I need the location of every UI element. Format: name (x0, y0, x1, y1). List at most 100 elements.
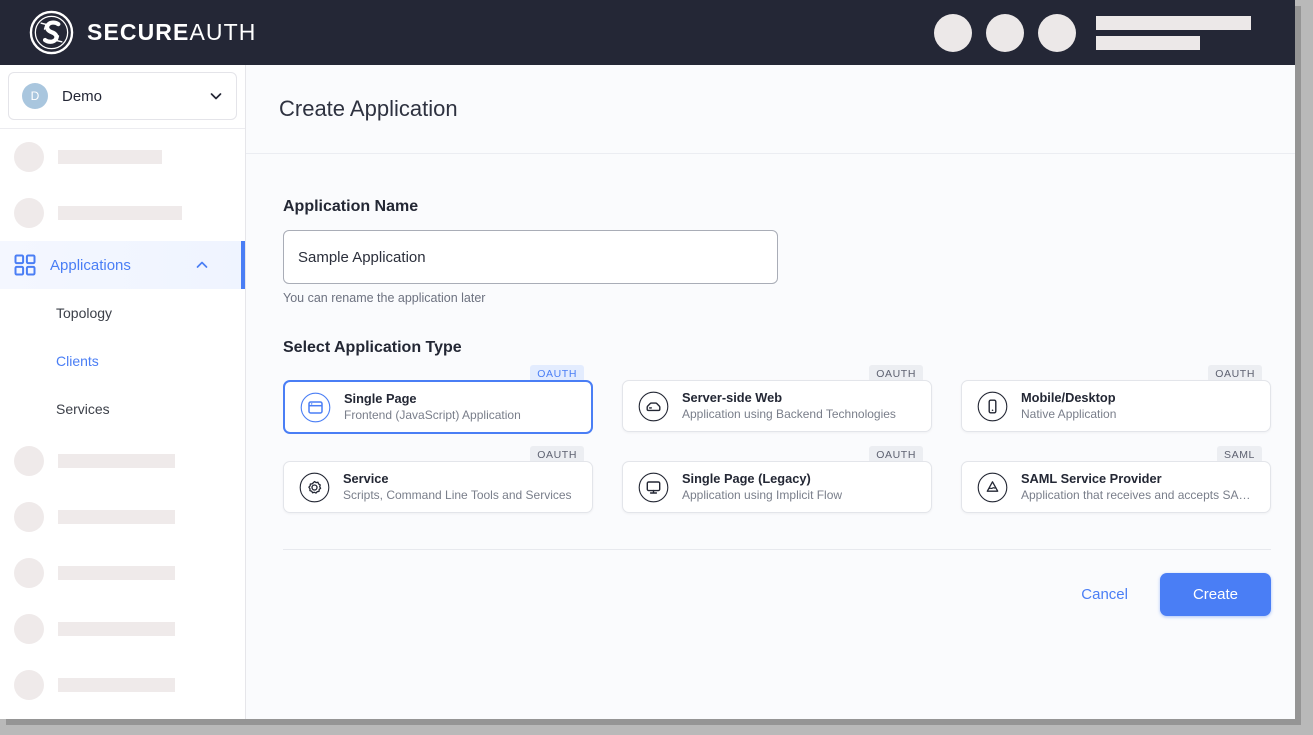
redacted-nav-icon (14, 502, 44, 532)
app-type-slot-saml-service-provider: SAML SAML Service Provider Application t… (961, 446, 1271, 513)
sidebar-item-label: Applications (50, 256, 131, 274)
app-type-card-server-side-web[interactable]: Server-side Web Application using Backen… (622, 380, 932, 432)
app-type-title: Mobile/Desktop (1021, 389, 1116, 405)
select-application-type-label: Select Application Type (283, 339, 462, 356)
redacted-nav-item-3 (0, 433, 245, 489)
app-type-slot-single-page: OAUTH Single Page Frontend (JavaScript) … (283, 365, 593, 434)
redacted-nav-item-5 (0, 545, 245, 601)
brand-wordmark: SECUREAUTH (87, 19, 256, 46)
redacted-nav-item-2 (0, 185, 245, 241)
main-content: Create Application Application Name You … (246, 65, 1295, 719)
application-type-grid: OAUTH Single Page Frontend (JavaScript) … (283, 365, 1295, 513)
sidebar-item-clients[interactable]: Clients (0, 337, 245, 385)
grid-icon (14, 254, 36, 276)
app-type-subtitle: Application using Implicit Flow (682, 488, 843, 503)
app-type-text: Single Page (Legacy) Application using I… (682, 470, 842, 504)
redacted-avatar-2 (986, 13, 1024, 52)
create-button[interactable]: Create (1159, 573, 1271, 616)
application-name-input[interactable] (283, 230, 778, 284)
sidebar-item-topology[interactable]: Topology (0, 289, 245, 337)
browser-window-icon (300, 392, 331, 423)
monitor-icon (638, 472, 669, 503)
application-name-label: Application Name (283, 198, 419, 215)
app-body: D Demo Applications Topology Clients Ser… (0, 65, 1295, 719)
redacted-nav-label (58, 206, 182, 220)
chevron-up-icon[interactable] (195, 258, 209, 272)
app-type-card-single-page[interactable]: Single Page Frontend (JavaScript) Applic… (283, 380, 593, 434)
brand-bold-text: SECURE (87, 19, 190, 45)
page-title: Create Application (279, 96, 458, 121)
redacted-nav-icon (14, 670, 44, 700)
app-type-subtitle: Application that receives and accepts SA… (1021, 488, 1253, 503)
app-type-slot-mobile-desktop: OAUTH Mobile/Desktop Native Application (961, 365, 1271, 434)
redacted-bar-2 (1096, 35, 1200, 50)
redacted-nav-icon (14, 614, 44, 644)
redacted-nav-label (58, 510, 175, 524)
app-window: SECUREAUTH D Demo Applications Topology … (0, 0, 1295, 719)
brand-light-text: AUTH (189, 19, 257, 45)
app-type-subtitle: Frontend (JavaScript) Application (344, 408, 521, 423)
redacted-nav-item-6 (0, 601, 245, 657)
brand-logo[interactable]: SECUREAUTH (28, 9, 256, 56)
redacted-nav-label (58, 678, 175, 692)
secureauth-circular-s-logo-icon (28, 9, 75, 56)
redacted-nav-item-4 (0, 489, 245, 545)
tenant-name: Demo (62, 87, 103, 105)
sidebar: D Demo Applications Topology Clients Ser… (0, 65, 246, 719)
smartphone-icon (977, 391, 1008, 422)
tenant-selector-wrap: D Demo (0, 65, 245, 129)
app-type-card-mobile-desktop[interactable]: Mobile/Desktop Native Application (961, 380, 1271, 432)
redacted-nav-label (58, 454, 175, 468)
sidebar-item-applications[interactable]: Applications (0, 241, 245, 289)
redacted-text-block (1096, 15, 1251, 50)
redacted-nav-icon (14, 558, 44, 588)
app-type-card-single-page-legacy[interactable]: Single Page (Legacy) Application using I… (622, 461, 932, 513)
top-bar: SECUREAUTH (0, 0, 1295, 65)
app-type-text: Server-side Web Application using Backen… (682, 389, 896, 423)
app-type-slot-single-page-legacy: OAUTH Single Page (Legacy) Application u… (622, 446, 932, 513)
app-type-text: SAML Service Provider Application that r… (1021, 470, 1253, 504)
app-type-subtitle: Native Application (1021, 407, 1117, 422)
redacted-nav-icon (14, 198, 44, 228)
app-type-subtitle: Scripts, Command Line Tools and Services (343, 488, 572, 503)
app-type-slot-server-side-web: OAUTH Server-side Web Application using … (622, 365, 932, 434)
redacted-nav-icon (14, 446, 44, 476)
app-type-text: Service Scripts, Command Line Tools and … (343, 470, 572, 504)
redacted-nav-item-1 (0, 129, 245, 185)
create-application-form: Application Name You can rename the appl… (246, 154, 1295, 616)
app-type-title: Single Page (344, 390, 417, 406)
redacted-nav-label (58, 150, 162, 164)
chevron-down-icon (209, 89, 223, 103)
app-type-slot-service: OAUTH Service Scripts, Command Line Tool… (283, 446, 593, 513)
app-type-subtitle: Application using Backend Technologies (682, 407, 896, 422)
app-type-card-saml-service-provider[interactable]: SAML Service Provider Application that r… (961, 461, 1271, 513)
gear-icon (299, 472, 330, 503)
topbar-right-cluster (934, 13, 1251, 52)
sidebar-subitem-label: Topology (56, 305, 113, 321)
form-actions: Cancel Create (283, 573, 1271, 616)
page-header: Create Application (246, 65, 1295, 154)
tenant-selector[interactable]: D Demo (8, 72, 237, 120)
application-name-help: You can rename the application later (283, 291, 486, 305)
app-type-title: Server-side Web (682, 389, 783, 405)
app-type-title: Service (343, 470, 389, 486)
app-type-text: Single Page Frontend (JavaScript) Applic… (344, 390, 521, 424)
redacted-nav-label (58, 566, 175, 580)
sidebar-subitem-label: Clients (56, 353, 99, 369)
footer-divider (283, 549, 1271, 550)
cancel-button[interactable]: Cancel (1057, 575, 1152, 614)
app-type-card-service[interactable]: Service Scripts, Command Line Tools and … (283, 461, 593, 513)
redacted-avatar-3 (1038, 13, 1076, 52)
redacted-bar-1 (1096, 15, 1251, 30)
redacted-nav-icon (14, 142, 44, 172)
sidebar-item-services[interactable]: Services (0, 385, 245, 433)
redacted-nav-item-7 (0, 657, 245, 713)
saml-triangle-icon (977, 472, 1008, 503)
tenant-avatar: D (22, 83, 48, 109)
app-type-text: Mobile/Desktop Native Application (1021, 389, 1116, 423)
server-icon (638, 391, 669, 422)
sidebar-subitem-label: Services (56, 401, 110, 417)
redacted-nav-label (58, 622, 175, 636)
app-type-title: Single Page (Legacy) (682, 470, 811, 486)
app-type-title: SAML Service Provider (1021, 470, 1162, 486)
